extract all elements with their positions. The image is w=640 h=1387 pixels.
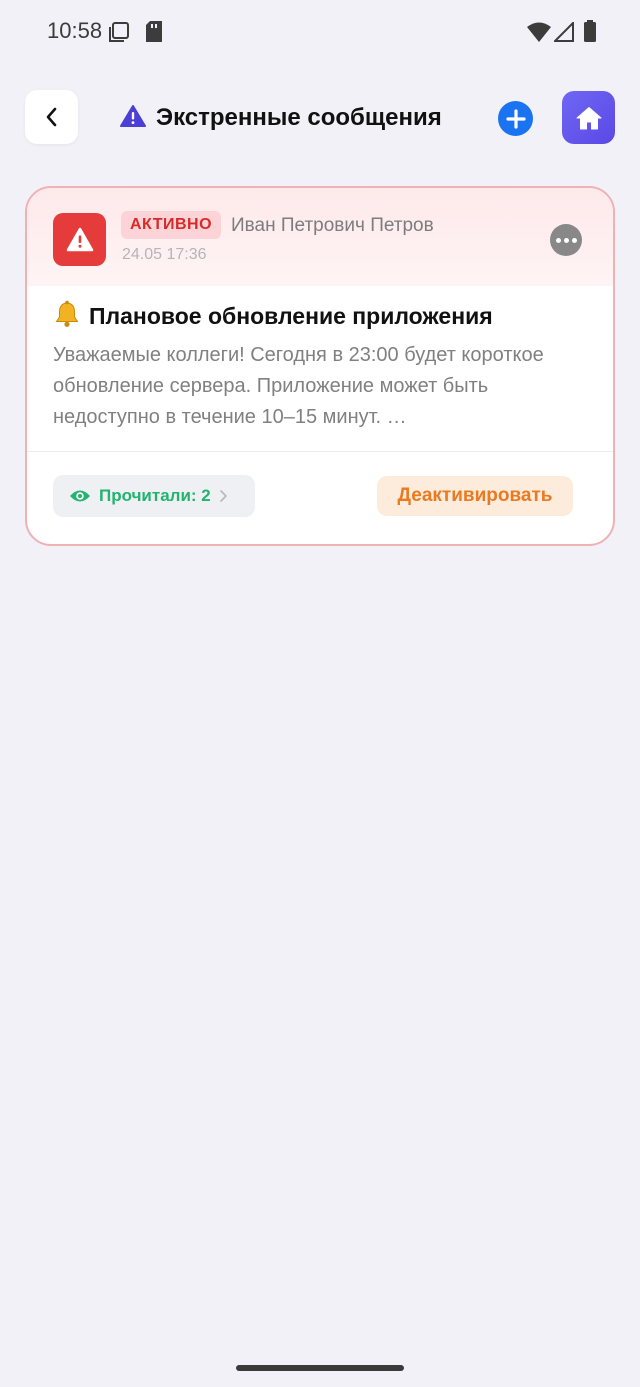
page-title-group: Экстренные сообщения <box>120 100 442 136</box>
bell-icon <box>53 300 81 333</box>
message-datetime: 24.05 17:36 <box>122 246 207 263</box>
gesture-home-indicator[interactable] <box>236 1365 404 1371</box>
message-title: Плановое обновление приложения <box>89 303 493 329</box>
status-time: 10:58 <box>47 18 103 43</box>
screen: 10:58 Экстренные сообщения АКТИВНО Иван … <box>0 0 640 1387</box>
back-button[interactable] <box>25 90 78 144</box>
status-bar: 10:58 <box>0 0 640 64</box>
back-chevron-icon <box>46 107 56 127</box>
home-button[interactable] <box>562 91 615 144</box>
sd-card-icon <box>146 21 162 47</box>
warning-triangle-icon <box>66 227 93 252</box>
message-title-row: Плановое обновление приложения <box>53 300 493 333</box>
read-count-label: Прочитали: 2 <box>99 486 211 505</box>
deactivate-button[interactable]: Деактивировать <box>377 476 573 516</box>
message-card-header <box>27 188 613 286</box>
chevron-right-icon <box>219 490 227 502</box>
page-title: Экстренные сообщения <box>156 104 442 131</box>
read-receipts-button[interactable]: Прочитали: 2 <box>53 475 255 517</box>
warning-triangle-icon <box>120 104 146 133</box>
message-body: Уважаемые коллеги! Сегодня в 23:00 будет… <box>53 344 544 428</box>
eye-icon <box>70 490 90 502</box>
plus-icon <box>505 108 526 129</box>
wifi-icon <box>527 22 551 47</box>
screenshot-icon <box>108 21 130 48</box>
add-message-button[interactable] <box>498 101 533 136</box>
message-author: Иван Петрович Петров <box>231 215 434 236</box>
more-dots-icon <box>555 237 561 243</box>
card-divider <box>27 451 613 452</box>
cellular-signal-icon <box>552 20 574 47</box>
home-icon <box>576 106 601 129</box>
battery-icon <box>583 20 597 47</box>
message-card[interactable]: АКТИВНО Иван Петрович Петров 24.05 17:36… <box>25 186 615 546</box>
alert-icon <box>53 213 106 266</box>
more-options-button[interactable] <box>550 224 582 256</box>
status-badge: АКТИВНО <box>121 211 222 239</box>
